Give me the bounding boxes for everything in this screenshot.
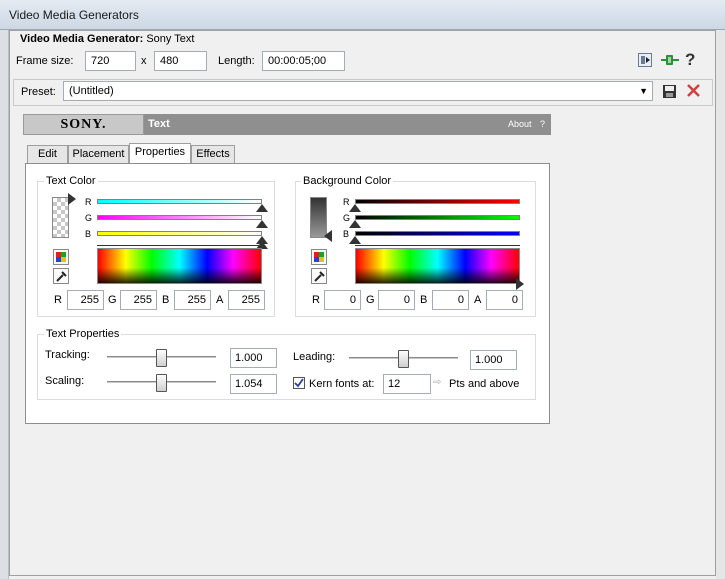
plugin-header: SONY. Text About ?	[23, 114, 551, 135]
bg-b-field[interactable]: 0	[432, 290, 469, 310]
tracking-label: Tracking:	[45, 349, 90, 361]
scaling-field[interactable]: 1.054	[230, 374, 277, 394]
title-bar: Video Media Generators	[0, 0, 725, 30]
frame-height-field[interactable]: 480	[154, 51, 207, 71]
scaling-label: Scaling:	[45, 375, 85, 387]
tracking-field[interactable]: 1.000	[230, 348, 277, 368]
preset-dropdown[interactable]: (Untitled) ▼	[63, 81, 653, 101]
bg-a-field[interactable]: 0	[486, 290, 523, 310]
tab-effects[interactable]: Effects	[191, 145, 235, 164]
text-color-spectrum[interactable]	[97, 248, 262, 284]
bg-blue-handle[interactable]	[349, 236, 361, 244]
bg-alpha-pointer-icon	[322, 230, 334, 242]
plugin-title: Text	[148, 118, 170, 130]
generator-label: Video Media Generator:	[20, 33, 144, 45]
text-r-field[interactable]: 255	[67, 290, 104, 310]
save-preset-icon[interactable]	[662, 84, 677, 99]
bg-green-handle[interactable]	[349, 220, 361, 228]
text-r-label: R	[54, 294, 62, 306]
kern-suffix: Pts and above	[449, 378, 520, 390]
text-blue-slider[interactable]	[97, 231, 262, 236]
bg-color-palette-icon[interactable]	[311, 249, 327, 265]
text-alpha-line	[97, 245, 262, 246]
generator-header: Video Media Generator: Sony Text	[20, 33, 194, 45]
text-properties-label: Text Properties	[44, 328, 122, 340]
delete-preset-icon[interactable]	[686, 83, 701, 98]
chevron-down-icon: ▼	[639, 86, 648, 96]
text-properties-group	[37, 334, 536, 400]
preset-label: Preset:	[21, 86, 56, 98]
text-red-slider[interactable]	[97, 199, 262, 204]
text-a-field[interactable]: 255	[228, 290, 265, 310]
text-color-swatch	[52, 197, 69, 238]
text-a-label: A	[216, 294, 224, 306]
kern-label: Kern fonts at:	[309, 378, 375, 390]
text-channel-g-label: G	[85, 213, 93, 223]
text-green-handle[interactable]	[256, 220, 268, 228]
plugin-chain-icon[interactable]	[661, 53, 679, 67]
bg-red-handle[interactable]	[349, 204, 361, 212]
text-g-label: G	[108, 294, 117, 306]
bg-spectrum-marker	[514, 278, 526, 290]
right-edge-strip	[716, 30, 725, 579]
tab-properties[interactable]: Properties	[129, 143, 191, 164]
leading-field[interactable]: 1.000	[470, 350, 517, 370]
kern-checkbox[interactable]	[293, 377, 305, 389]
tab-placement[interactable]: Placement	[68, 145, 129, 164]
bg-a-label: A	[474, 294, 482, 306]
bg-r-field[interactable]: 0	[324, 290, 361, 310]
text-g-field[interactable]: 255	[120, 290, 157, 310]
text-b-label: B	[162, 294, 170, 306]
frame-size-x: x	[141, 55, 147, 67]
length-field[interactable]: 00:00:05;00	[262, 51, 345, 71]
leading-label: Leading:	[293, 351, 336, 363]
plugin-title-bar: Text About ?	[144, 114, 551, 135]
frame-size-label: Frame size:	[16, 55, 74, 67]
background-color-label: Background Color	[301, 175, 394, 187]
bg-blue-slider[interactable]	[355, 231, 520, 236]
bg-eyedropper-icon[interactable]	[311, 268, 327, 284]
text-color-label: Text Color	[44, 175, 98, 187]
text-channel-b-label: B	[85, 229, 92, 239]
preset-value: (Untitled)	[69, 85, 114, 97]
help-icon[interactable]: ?	[685, 50, 695, 70]
leading-slider-thumb[interactable]	[398, 350, 409, 368]
kern-field[interactable]: 12	[383, 374, 431, 394]
frame-width-field[interactable]: 720	[85, 51, 136, 71]
plugin-help-link[interactable]: ?	[540, 119, 545, 129]
bg-red-slider[interactable]	[355, 199, 520, 204]
left-edge-strip	[0, 30, 9, 579]
text-b-field[interactable]: 255	[174, 290, 211, 310]
length-label: Length:	[218, 55, 255, 67]
alpha-pointer-icon	[66, 193, 78, 205]
tab-edit[interactable]: Edit	[27, 145, 68, 164]
bg-b-label: B	[420, 294, 428, 306]
text-green-slider[interactable]	[97, 215, 262, 220]
text-red-handle[interactable]	[256, 204, 268, 212]
text-channel-r-label: R	[85, 197, 92, 207]
tracking-slider-thumb[interactable]	[156, 349, 167, 367]
bg-g-label: G	[366, 294, 375, 306]
about-link[interactable]: About	[508, 119, 532, 129]
generator-name: Sony Text	[146, 33, 195, 45]
bg-green-slider[interactable]	[355, 215, 520, 220]
color-palette-icon[interactable]	[53, 249, 69, 265]
properties-icon[interactable]	[638, 53, 652, 67]
scaling-slider-thumb[interactable]	[156, 374, 167, 392]
bg-r-label: R	[312, 294, 320, 306]
bg-alpha-line	[355, 245, 520, 246]
sony-logo: SONY.	[23, 114, 144, 135]
kern-arrow-icon: ⇨	[433, 377, 442, 388]
window-title: Video Media Generators	[9, 8, 139, 22]
bg-g-field[interactable]: 0	[378, 290, 415, 310]
bg-color-spectrum[interactable]	[355, 248, 520, 284]
eyedropper-icon[interactable]	[53, 268, 69, 284]
